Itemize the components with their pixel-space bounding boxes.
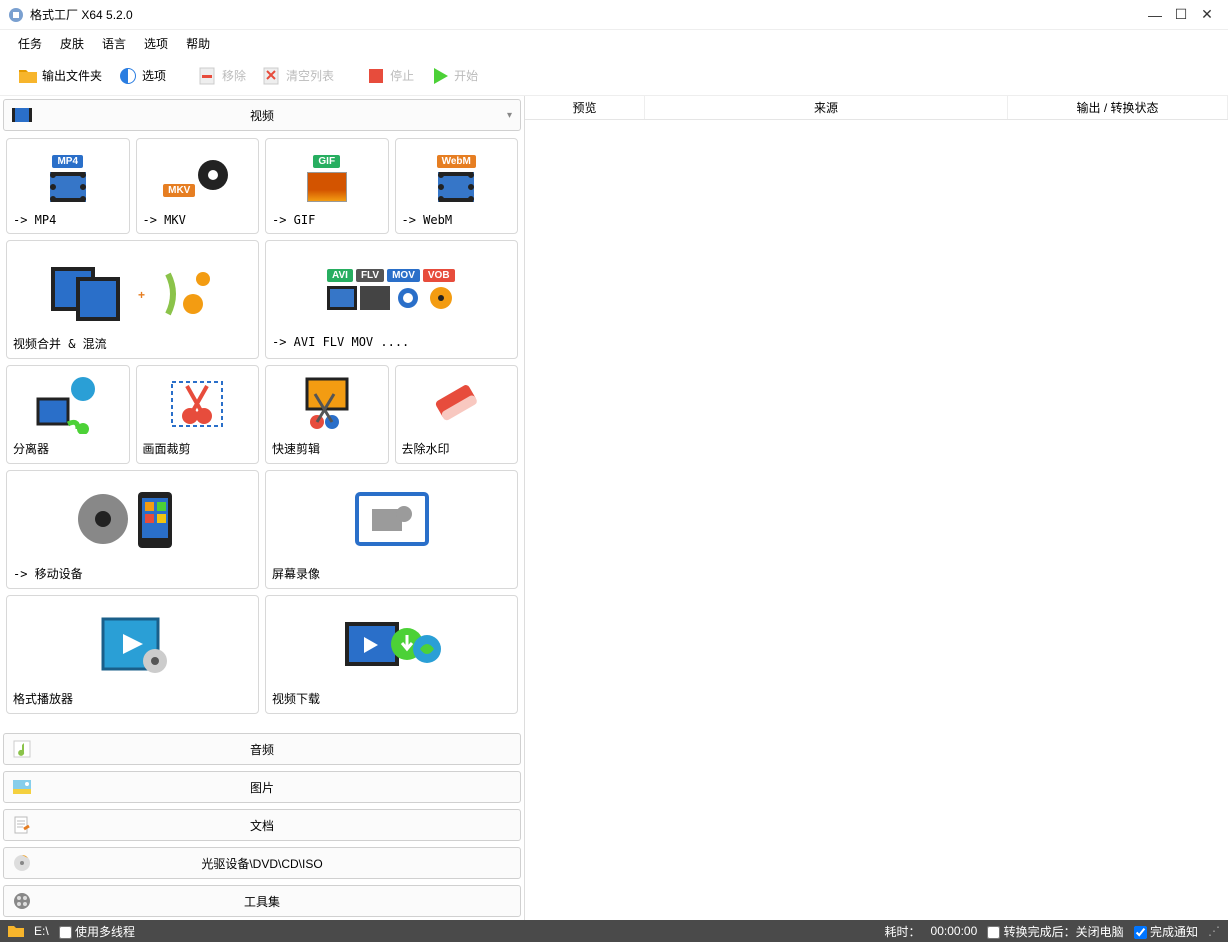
minimize-button[interactable]: — [1142, 7, 1168, 23]
output-folder-button[interactable]: 输出文件夹 [12, 64, 108, 88]
crop-icon [162, 374, 232, 434]
quickcut-icon [292, 374, 362, 434]
tile-mobile-device[interactable]: -> 移动设备 [6, 470, 259, 589]
start-button[interactable]: 开始 [424, 64, 484, 88]
tile-mp4[interactable]: MP4 -> MP4 [6, 138, 130, 234]
category-document[interactable]: 文档 [3, 809, 521, 841]
options-icon [118, 66, 138, 86]
splitter-icon [33, 374, 103, 434]
options-button[interactable]: 选项 [112, 64, 172, 88]
reel-icon [426, 286, 456, 310]
tile-video-download[interactable]: 视频下载 [265, 595, 518, 714]
close-button[interactable]: ✕ [1194, 6, 1220, 23]
category-rom[interactable]: 光驱设备\DVD\CD\ISO [3, 847, 521, 879]
tile-webm[interactable]: WebM -> WebM [395, 138, 519, 234]
menu-help[interactable]: 帮助 [186, 35, 210, 52]
clear-icon [262, 66, 282, 86]
mp4-badge: MP4 [52, 155, 83, 168]
category-video[interactable]: 视频 ▾ [3, 99, 521, 131]
play-icon [430, 66, 450, 86]
output-drive[interactable]: E:\ [34, 924, 49, 938]
stop-icon [366, 66, 386, 86]
folder-icon [18, 66, 38, 86]
elapsed-time: 00:00:00 [931, 924, 978, 938]
clear-list-button[interactable]: 清空列表 [256, 64, 340, 88]
category-video-label: 视频 [4, 107, 520, 124]
col-source[interactable]: 来源 [645, 96, 1008, 119]
menu-option[interactable]: 选项 [144, 35, 168, 52]
notify-checkbox[interactable] [1134, 926, 1147, 939]
col-output[interactable]: 输出 / 转换状态 [1008, 96, 1228, 119]
screenrec-icon [342, 484, 442, 554]
tile-avi-flv-mov[interactable]: AVI FLV MOV VOB -> AVI FLV MOV .... [265, 240, 518, 359]
gif-badge: GIF [313, 155, 340, 168]
tile-splitter[interactable]: 分离器 [6, 365, 130, 464]
menu-bar: 任务 皮肤 语言 选项 帮助 [0, 30, 1228, 56]
right-panel: 预览 来源 输出 / 转换状态 [525, 96, 1228, 920]
download-icon [332, 609, 452, 679]
tile-gif[interactable]: GIF -> GIF [265, 138, 389, 234]
remove-button[interactable]: 移除 [192, 64, 252, 88]
left-panel: 视频 ▾ MP4 -> MP4 MKV -> MKV GIF -> GIF [0, 96, 525, 920]
multithread-option[interactable]: 使用多线程 [59, 923, 135, 940]
task-list-empty [525, 120, 1228, 920]
remove-icon [198, 66, 218, 86]
quicktime-icon [393, 286, 423, 310]
tile-crop[interactable]: 画面裁剪 [136, 365, 260, 464]
tile-remove-watermark[interactable]: 去除水印 [395, 365, 519, 464]
resize-grip[interactable]: ⋰ [1208, 924, 1220, 938]
after-convert-option[interactable]: 转换完成后：关闭电脑 [987, 923, 1123, 940]
webm-badge: WebM [437, 155, 476, 168]
category-tools[interactable]: 工具集 [3, 885, 521, 917]
toolbar: 输出文件夹 选项 移除 清空列表 停止 开始 [0, 56, 1228, 96]
eraser-icon [426, 374, 486, 434]
folder-status-icon [8, 924, 24, 938]
elapsed-label: 耗时： [885, 923, 921, 940]
collapse-icon: ▾ [507, 110, 512, 121]
tile-format-player[interactable]: 格式播放器 [6, 595, 259, 714]
col-preview[interactable]: 预览 [525, 96, 645, 119]
tile-mkv[interactable]: MKV -> MKV [136, 138, 260, 234]
after-convert-checkbox[interactable] [987, 926, 1000, 939]
disc-icon [195, 157, 231, 193]
tile-screen-record[interactable]: 屏幕录像 [265, 470, 518, 589]
merge-icon: + [43, 254, 223, 324]
task-list-header: 预览 来源 输出 / 转换状态 [525, 96, 1228, 120]
tile-merge[interactable]: + 视频合并 & 混流 [6, 240, 259, 359]
app-icon [8, 7, 24, 23]
menu-task[interactable]: 任务 [18, 35, 42, 52]
mobile-icon [63, 484, 203, 554]
category-audio[interactable]: 音频 [3, 733, 521, 765]
player-icon [83, 609, 183, 679]
svg-text:+: + [138, 288, 145, 302]
tile-quick-cut[interactable]: 快速剪辑 [265, 365, 389, 464]
status-bar: E:\ 使用多线程 耗时： 00:00:00 转换完成后：关闭电脑 完成通知 ⋰ [0, 920, 1228, 942]
title-bar: 格式工厂 X64 5.2.0 — ☐ ✕ [0, 0, 1228, 30]
stop-button[interactable]: 停止 [360, 64, 420, 88]
multithread-checkbox[interactable] [59, 926, 72, 939]
notify-option[interactable]: 完成通知 [1134, 923, 1198, 940]
maximize-button[interactable]: ☐ [1168, 6, 1194, 23]
category-image[interactable]: 图片 [3, 771, 521, 803]
menu-language[interactable]: 语言 [102, 35, 126, 52]
window-title: 格式工厂 X64 5.2.0 [30, 6, 1142, 23]
menu-skin[interactable]: 皮肤 [60, 35, 84, 52]
mkv-badge: MKV [163, 184, 195, 197]
